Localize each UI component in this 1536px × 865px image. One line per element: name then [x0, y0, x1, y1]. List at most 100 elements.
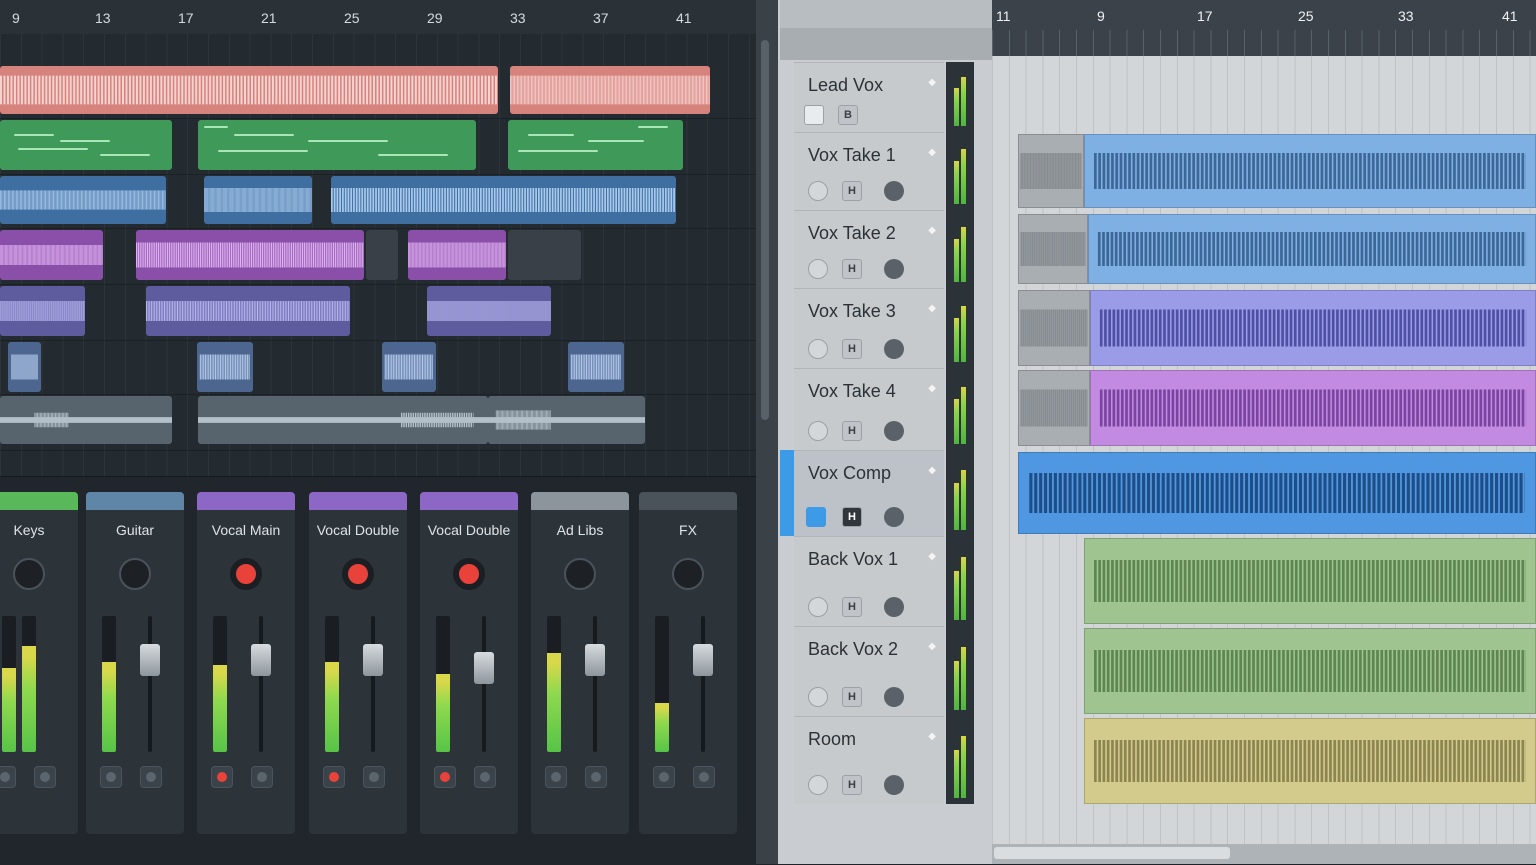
- midi-clip[interactable]: [508, 120, 683, 170]
- audio-clip[interactable]: [197, 342, 253, 392]
- volume-fader[interactable]: [251, 643, 271, 676]
- crossfade-region[interactable]: [366, 230, 398, 280]
- track-header[interactable]: Vox Take 1 ◆ H: [794, 132, 944, 210]
- audio-clip[interactable]: [568, 342, 624, 392]
- audio-clip[interactable]: [8, 342, 41, 392]
- audio-clip[interactable]: [1090, 290, 1536, 366]
- input-monitor-button[interactable]: [363, 766, 385, 788]
- audio-clip[interactable]: [488, 396, 645, 444]
- input-monitor-button[interactable]: [140, 766, 162, 788]
- track-h-button[interactable]: H: [842, 687, 862, 707]
- volume-fader[interactable]: [474, 651, 494, 684]
- audio-clip[interactable]: [331, 176, 676, 224]
- track-header[interactable]: Vox Comp ◆ H: [794, 450, 944, 536]
- audio-clip[interactable]: [204, 176, 312, 224]
- record-button[interactable]: [884, 597, 904, 617]
- mute-toggle[interactable]: [808, 775, 828, 795]
- audio-clip[interactable]: [1084, 538, 1536, 624]
- track-header[interactable]: Back Vox 1 ◆ H: [794, 536, 944, 626]
- track-menu-arrow-icon[interactable]: ◆: [928, 551, 936, 562]
- record-button[interactable]: [884, 259, 904, 279]
- pan-knob[interactable]: [672, 558, 704, 590]
- empty-region[interactable]: [508, 230, 581, 280]
- diamond-toggle-icon[interactable]: [804, 105, 824, 125]
- input-monitor-button[interactable]: [693, 766, 715, 788]
- track-h-button[interactable]: H: [842, 421, 862, 441]
- inactive-take-region[interactable]: [1018, 370, 1090, 446]
- track-h-button[interactable]: H: [842, 775, 862, 795]
- audio-clip[interactable]: [510, 66, 710, 114]
- comp-region[interactable]: [1018, 452, 1536, 534]
- volume-fader[interactable]: [363, 643, 383, 676]
- audio-clip[interactable]: [427, 286, 551, 336]
- track-header[interactable]: Vox Take 4 ◆ H: [794, 368, 944, 450]
- track-h-button[interactable]: H: [842, 259, 862, 279]
- track-header[interactable]: Vox Take 2 ◆ H: [794, 210, 944, 288]
- track-menu-arrow-icon[interactable]: ◆: [928, 465, 936, 476]
- audio-clip[interactable]: [0, 230, 103, 280]
- track-menu-arrow-icon[interactable]: ◆: [928, 77, 936, 88]
- input-monitor-button[interactable]: [474, 766, 496, 788]
- record-button[interactable]: [884, 181, 904, 201]
- audio-clip[interactable]: [1090, 370, 1536, 446]
- inactive-take-region[interactable]: [1018, 214, 1088, 284]
- audio-clip[interactable]: [1088, 214, 1536, 284]
- track-menu-arrow-icon[interactable]: ◆: [928, 303, 936, 314]
- audio-clip[interactable]: [1084, 134, 1536, 208]
- record-arm-button[interactable]: [0, 766, 16, 788]
- input-monitor-button[interactable]: [251, 766, 273, 788]
- audio-clip[interactable]: [0, 396, 172, 444]
- track-menu-arrow-icon[interactable]: ◆: [928, 731, 936, 742]
- audio-clip[interactable]: [0, 176, 166, 224]
- track-menu-arrow-icon[interactable]: ◆: [928, 225, 936, 236]
- inactive-take-region[interactable]: [1018, 134, 1084, 208]
- input-monitor-button[interactable]: [585, 766, 607, 788]
- audio-clip[interactable]: [1084, 628, 1536, 714]
- pan-knob[interactable]: [453, 558, 485, 590]
- record-arm-button[interactable]: [434, 766, 456, 788]
- scrollbar-thumb[interactable]: [994, 847, 1230, 859]
- audio-clip[interactable]: [1084, 718, 1536, 804]
- record-button[interactable]: [884, 775, 904, 795]
- track-h-button[interactable]: H: [842, 507, 862, 527]
- mute-toggle[interactable]: [808, 339, 828, 359]
- volume-fader[interactable]: [585, 643, 605, 676]
- track-h-button[interactable]: H: [842, 597, 862, 617]
- mute-toggle[interactable]: [808, 597, 828, 617]
- mute-toggle[interactable]: [808, 687, 828, 707]
- track-header[interactable]: Vox Take 3 ◆ H: [794, 288, 944, 368]
- volume-fader[interactable]: [693, 643, 713, 676]
- record-arm-button[interactable]: [100, 766, 122, 788]
- pan-knob[interactable]: [564, 558, 596, 590]
- audio-clip[interactable]: [136, 230, 364, 280]
- audio-clip[interactable]: [0, 66, 498, 114]
- mute-toggle[interactable]: [808, 259, 828, 279]
- track-menu-arrow-icon[interactable]: ◆: [928, 147, 936, 158]
- diamond-toggle-icon[interactable]: [806, 507, 826, 527]
- midi-clip[interactable]: [198, 120, 476, 170]
- track-header[interactable]: Back Vox 2 ◆ H: [794, 626, 944, 716]
- track-menu-arrow-icon[interactable]: ◆: [928, 641, 936, 652]
- mute-toggle[interactable]: [808, 421, 828, 441]
- record-arm-button[interactable]: [323, 766, 345, 788]
- record-button[interactable]: [884, 421, 904, 441]
- track-b-button[interactable]: B: [838, 105, 858, 125]
- record-arm-button[interactable]: [653, 766, 675, 788]
- record-button[interactable]: [884, 339, 904, 359]
- record-button[interactable]: [884, 507, 904, 527]
- timeline-ruler[interactable]: 9 13 17 21 25 29 33 37 41: [0, 0, 756, 35]
- audio-clip[interactable]: [382, 342, 436, 392]
- inactive-take-region[interactable]: [1018, 290, 1090, 366]
- pan-knob[interactable]: [230, 558, 262, 590]
- volume-fader[interactable]: [140, 643, 160, 676]
- audio-clip[interactable]: [146, 286, 350, 336]
- pan-knob[interactable]: [119, 558, 151, 590]
- record-arm-button[interactable]: [211, 766, 233, 788]
- record-arm-button[interactable]: [545, 766, 567, 788]
- record-button[interactable]: [884, 687, 904, 707]
- track-h-button[interactable]: H: [842, 339, 862, 359]
- audio-clip[interactable]: [198, 396, 488, 444]
- track-menu-arrow-icon[interactable]: ◆: [928, 383, 936, 394]
- track-header[interactable]: Lead Vox ◆ B: [794, 62, 944, 132]
- pan-knob[interactable]: [342, 558, 374, 590]
